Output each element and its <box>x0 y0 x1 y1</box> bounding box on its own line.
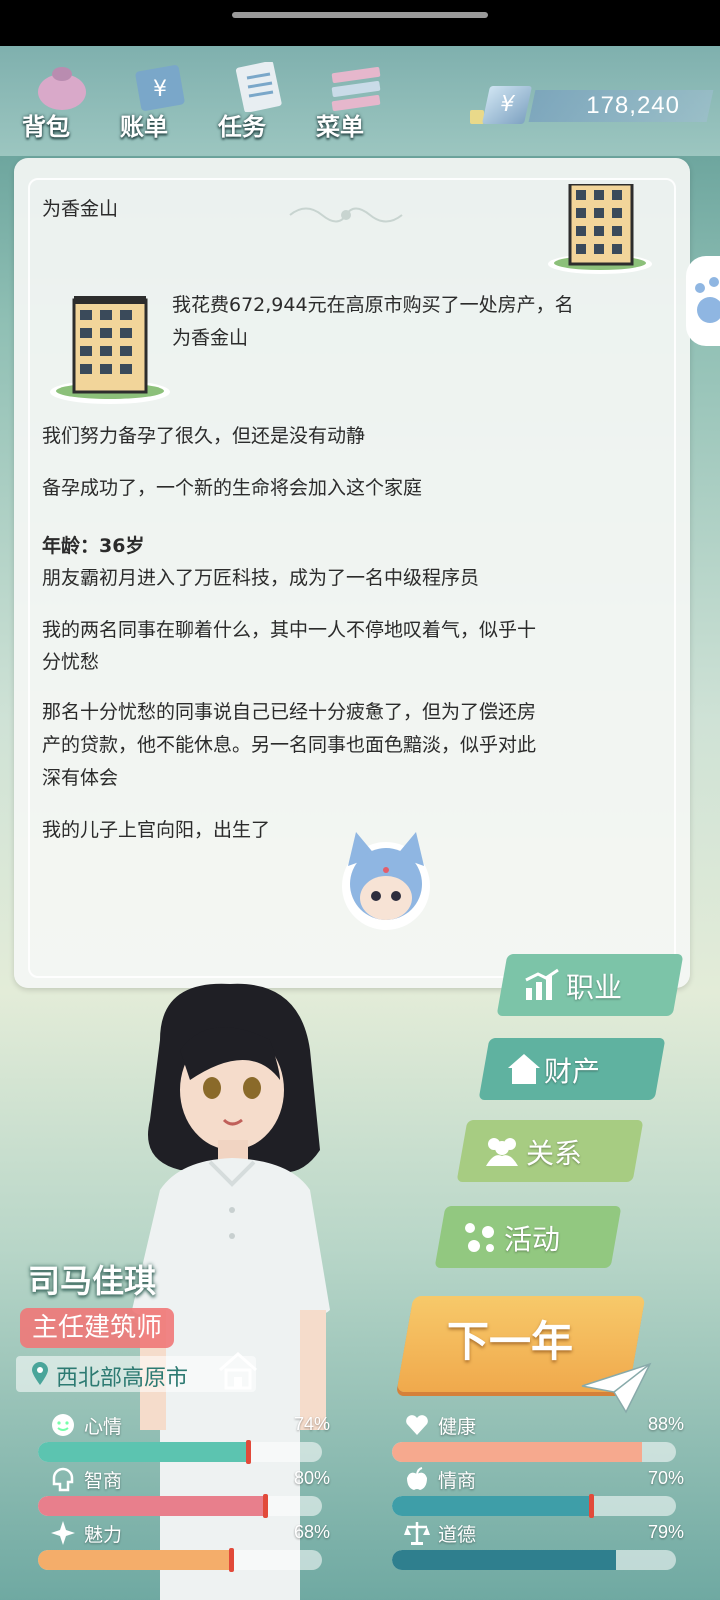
svg-text:¥: ¥ <box>153 77 167 102</box>
stat-name: 魅力 <box>84 1524 123 1546</box>
task-icon <box>235 62 282 112</box>
log-entry: 产的贷款，他不能休息。另一名同事也面色黯淡，似乎对此 <box>42 734 537 756</box>
stat-percent: 80% <box>293 1468 330 1488</box>
task-button[interactable]: 任务 <box>212 56 302 146</box>
log-entry: 深有体会 <box>42 767 119 789</box>
log-entry: 为香金山 <box>42 198 119 220</box>
stat-marker <box>263 1494 269 1518</box>
stat-track <box>38 1550 322 1570</box>
baby-avatar-icon <box>342 832 430 930</box>
stat-fill <box>392 1550 617 1570</box>
stat-track <box>38 1496 322 1516</box>
assets-label: 财产 <box>544 1055 601 1088</box>
bill-icon: ¥ <box>135 65 185 111</box>
next-year-label: 下一年 <box>447 1317 574 1366</box>
menu-label: 菜单 <box>316 113 364 141</box>
task-label: 任务 <box>218 113 266 141</box>
stat-morality: 道德 79% <box>392 1518 692 1572</box>
log-entry: 为香金山 <box>172 327 249 349</box>
log-entry: 朋友霸初月进入了万匠科技，成为了一名中级程序员 <box>42 567 480 589</box>
log-entry: 分忧愁 <box>42 651 100 673</box>
stat-track <box>392 1496 676 1516</box>
job-tag: 主任建筑师 <box>20 1308 175 1348</box>
status-bar <box>0 0 720 46</box>
stat-name: 健康 <box>438 1416 477 1438</box>
stat-name: 情商 <box>438 1470 477 1492</box>
stat-track <box>392 1550 676 1570</box>
stat-percent: 88% <box>647 1414 684 1434</box>
scales-icon <box>404 1522 430 1545</box>
stat-fill <box>392 1442 642 1462</box>
stat-marker <box>588 1494 594 1518</box>
career-chart-icon <box>525 968 559 1000</box>
location-pin-icon <box>32 1362 48 1385</box>
stat-percent: 79% <box>647 1522 684 1542</box>
people-icon <box>486 1138 518 1166</box>
stat-fill <box>392 1496 591 1516</box>
brain-icon <box>52 1467 74 1492</box>
house-icon <box>508 1054 540 1084</box>
building-icon <box>50 296 170 404</box>
bill-label: 账单 <box>120 113 168 141</box>
relations-button[interactable]: 关系 <box>456 1120 644 1182</box>
stat-name: 道德 <box>438 1524 477 1546</box>
log-entry: 我花费672,944元在高原市购买了一处房产，名 <box>172 294 574 316</box>
money-value: 178,240 <box>586 92 680 119</box>
sparkle-icon <box>51 1521 75 1545</box>
activity-label: 活动 <box>504 1223 561 1256</box>
log-entry-age: 年龄：36岁 <box>42 535 145 557</box>
stat-percent: 74% <box>293 1414 330 1434</box>
stat-marker <box>246 1440 252 1464</box>
building-icon <box>548 184 652 274</box>
bill-button[interactable]: ¥ 账单 <box>114 56 204 146</box>
relations-label: 关系 <box>526 1137 583 1170</box>
stat-eq: 情商 70% <box>392 1464 692 1518</box>
stat-name: 智商 <box>84 1470 123 1492</box>
career-button[interactable]: 职业 <box>496 954 684 1016</box>
location-bar: 西北部高原市 <box>16 1351 257 1392</box>
log-entry: 那名十分忧愁的同事说自己已经十分疲惫了，但为了偿还房 <box>42 701 537 723</box>
stats-panel: 心情 74% 智商 80% 魅力 68% 健康 88% 情商 70% 道德 79… <box>0 1404 720 1600</box>
career-label: 职业 <box>566 971 623 1004</box>
ornament-divider <box>289 207 403 223</box>
stat-fill <box>38 1442 249 1462</box>
character-name: 司马佳琪 <box>28 1262 157 1300</box>
paw-icon <box>695 277 720 323</box>
top-bar: 背包 ¥ 账单 任务 菜单 ¥ 178,240 <box>0 46 720 156</box>
stat-track <box>392 1442 676 1462</box>
money-display: ¥ 178,240 <box>470 86 714 124</box>
apple-icon <box>407 1467 427 1490</box>
side-assistant-tab[interactable] <box>686 256 720 346</box>
bag-icon <box>38 67 86 110</box>
stat-fill <box>38 1496 266 1516</box>
log-entry: 我们努力备孕了很久，但还是没有动静 <box>42 425 366 447</box>
yen-icon: ¥ <box>481 86 533 124</box>
stat-marker <box>229 1548 235 1572</box>
home-icon[interactable] <box>216 1350 260 1392</box>
stat-name: 心情 <box>84 1416 123 1438</box>
stat-track <box>38 1442 322 1462</box>
stat-iq: 智商 80% <box>38 1464 338 1518</box>
assets-button[interactable]: 财产 <box>478 1038 666 1100</box>
stat-percent: 70% <box>647 1468 684 1488</box>
heart-icon <box>406 1415 428 1435</box>
stat-fill <box>38 1550 232 1570</box>
menu-button[interactable]: 菜单 <box>310 56 400 146</box>
log-entry: 我的两名同事在聊着什么，其中一人不停地叹着气，似乎十 <box>42 619 537 641</box>
stat-percent: 68% <box>293 1522 330 1542</box>
bag-button[interactable]: 背包 <box>16 56 106 146</box>
log-entry: 备孕成功了，一个新的生命将会加入这个家庭 <box>42 477 423 499</box>
stat-health: 健康 88% <box>392 1410 692 1464</box>
smile-icon <box>52 1414 74 1436</box>
activity-icon <box>465 1223 494 1252</box>
stat-mood: 心情 74% <box>38 1410 338 1464</box>
menu-icon <box>331 66 381 112</box>
location-text: 西北部高原市 <box>56 1366 189 1391</box>
stat-charm: 魅力 68% <box>38 1518 338 1572</box>
activity-button[interactable]: 活动 <box>434 1206 622 1268</box>
bag-label: 背包 <box>22 113 70 141</box>
gesture-pill <box>232 12 488 18</box>
log-entry: 我的儿子上官向阳，出生了 <box>42 819 271 841</box>
